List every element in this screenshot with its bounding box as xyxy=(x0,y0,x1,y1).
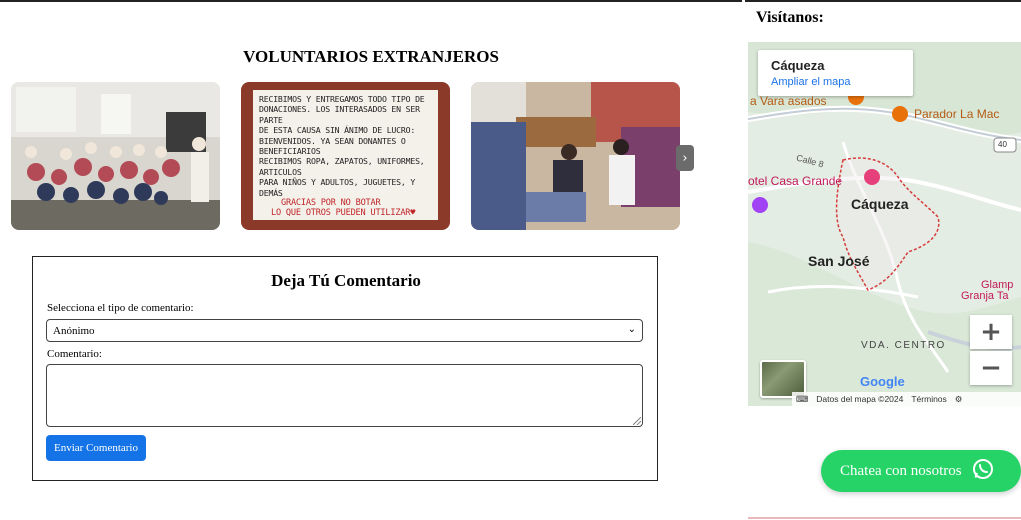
map-data-credit: Datos del mapa ©2024 xyxy=(816,394,904,404)
google-logo: Google xyxy=(860,374,905,389)
chat-label: Chatea con nosotros xyxy=(840,462,962,479)
map-footer: ⌨ Datos del mapa ©2024 Términos ⚙ xyxy=(792,392,1021,406)
bottom-divider xyxy=(748,517,1021,519)
sign-line-red: GRACIAS POR NO BOTAR xyxy=(281,198,381,209)
comment-type-value: Anónimo xyxy=(53,325,95,337)
sign-line: RECIBIMOS Y ENTREGAMOS TODO TIPO DE xyxy=(259,94,425,104)
sign-line: DONACIONES. LOS INTERASADOS EN SER PARTE xyxy=(259,104,420,125)
slide-donations-sign[interactable]: RECIBIMOS Y ENTREGAMOS TODO TIPO DE DONA… xyxy=(241,82,450,230)
map-terms-link[interactable]: Términos xyxy=(911,394,946,404)
comment-textarea[interactable] xyxy=(46,364,643,427)
map-label-vara[interactable]: a Vara asados xyxy=(750,94,827,108)
comment-type-select[interactable]: Anónimo ⌄ xyxy=(46,319,643,342)
whatsapp-icon xyxy=(972,458,994,485)
donations-sign: RECIBIMOS Y ENTREGAMOS TODO TIPO DE DONA… xyxy=(253,90,438,220)
comment-label: Comentario: xyxy=(47,348,102,360)
carousel-next-button[interactable]: › xyxy=(676,145,694,171)
zoom-out-button[interactable]: − xyxy=(970,351,1012,385)
map-label-hotel[interactable]: otel Casa Grande xyxy=(748,174,842,188)
embedded-map[interactable]: Cáqueza Ampliar el mapa a Vara asados Pa… xyxy=(748,42,1021,406)
sign-line-red: LO QUE OTROS PUEDEN UTILIZAR♥ xyxy=(271,208,416,219)
map-place-title: Cáqueza xyxy=(771,58,825,73)
photo-carousel: RECIBIMOS Y ENTREGAMOS TODO TIPO DE DONA… xyxy=(11,82,696,232)
resize-handle-icon[interactable] xyxy=(633,417,641,425)
form-title: Deja Tú Comentario xyxy=(271,271,421,290)
slide-group-photo[interactable] xyxy=(11,82,220,230)
map-label-granja[interactable]: Granja Ta xyxy=(961,290,1009,302)
keyboard-icon[interactable]: ⌨ xyxy=(796,394,808,405)
map-label-san-jose: San José xyxy=(808,253,870,269)
sign-line: RECIBIMOS ROPA, ZAPATOS, UNIFORMES, ARTI… xyxy=(259,156,425,177)
submit-comment-button[interactable]: Enviar Comentario xyxy=(46,435,146,461)
map-label-parador[interactable]: Parador La Mac xyxy=(914,107,999,121)
map-place-card: Cáqueza Ampliar el mapa xyxy=(758,50,913,96)
gallery-title: VOLUNTARIOS EXTRANJEROS xyxy=(243,47,499,66)
top-divider-right xyxy=(745,0,1021,2)
comment-type-label: Selecciona el tipo de comentario: xyxy=(47,302,194,314)
comment-form: Deja Tú Comentario Selecciona el tipo de… xyxy=(32,256,658,481)
enlarge-map-link[interactable]: Ampliar el mapa xyxy=(771,76,850,88)
visit-heading: Visítanos: xyxy=(756,9,824,26)
zoom-in-button[interactable]: + xyxy=(970,315,1012,349)
settings-icon[interactable]: ⚙ xyxy=(955,394,963,405)
group-photo-image xyxy=(11,82,220,230)
clothes-room-image xyxy=(471,82,680,230)
map-road-40: 40 xyxy=(998,140,1007,149)
whatsapp-chat-button[interactable]: Chatea con nosotros xyxy=(821,450,1021,492)
sign-line: DE ESTA CAUSA SIN ÁNIMO DE LUCRO: xyxy=(259,125,416,136)
sign-line: PARA NIÑOS Y ADULTOS, JUGUETES, Y DEMÁS xyxy=(259,177,416,198)
map-label-caqueza: Cáqueza xyxy=(851,196,909,212)
slide-clothes-room[interactable] xyxy=(471,82,680,230)
map-label-vda-centro: VDA. CENTRO xyxy=(861,340,946,351)
sign-line: BIENVENIDOS. YA SEAN DONANTES O BENEFICI… xyxy=(259,135,406,157)
top-divider xyxy=(0,0,742,2)
chevron-down-icon: ⌄ xyxy=(627,324,636,335)
